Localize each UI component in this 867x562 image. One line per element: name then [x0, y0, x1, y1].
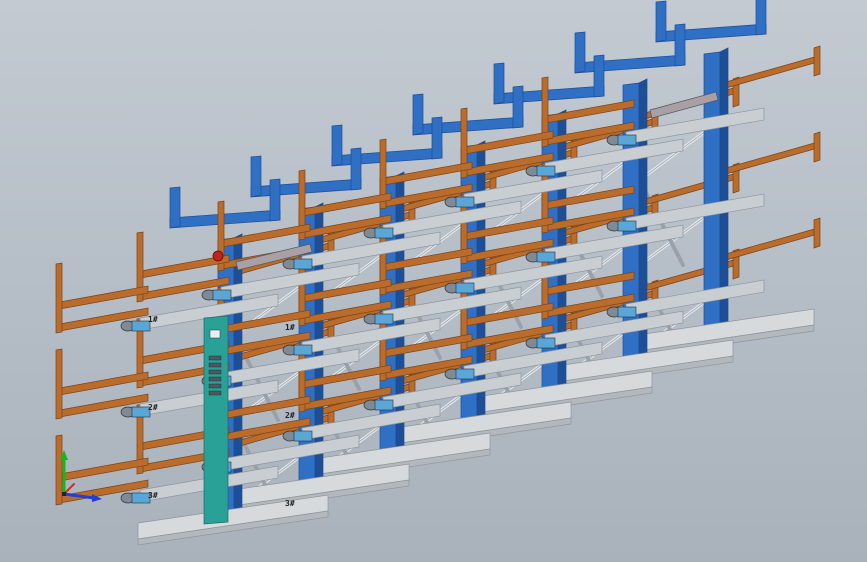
cantilever-rack-model: 1# 1# 2# 2# 3# 3# [55, 0, 821, 546]
top-frame-bar [169, 209, 281, 229]
top-frame-bar [331, 147, 443, 167]
top-frame-post-right [674, 23, 686, 67]
arm-stop-post [55, 434, 63, 506]
panel-button [208, 355, 222, 361]
control-panel [203, 315, 229, 525]
top-frame-post-right [593, 54, 605, 98]
level-label: 1# [148, 315, 158, 324]
back-arm [725, 141, 819, 175]
panel-display [209, 329, 221, 339]
red-marker [212, 250, 224, 262]
back-arm [725, 55, 819, 89]
level-label-second: 3# [285, 499, 295, 508]
top-frame-post-left [655, 0, 667, 43]
top-frame-post-left [493, 62, 505, 105]
top-frame-post-left [169, 186, 181, 229]
wood-arm [383, 161, 473, 186]
panel-button [208, 369, 222, 375]
wood-arm [59, 371, 149, 396]
top-frame-bar [574, 54, 686, 74]
roller-body [617, 134, 637, 146]
roller-body [536, 251, 556, 263]
level-label-second: 2# [285, 411, 295, 420]
top-frame-bar [250, 178, 362, 198]
top-frame-post-right [755, 0, 767, 36]
roller-body [536, 337, 556, 349]
roller-body [617, 306, 637, 318]
roller-body [374, 227, 394, 239]
cad-viewport[interactable]: 1# 1# 2# 2# 3# 3# [0, 0, 867, 562]
top-frame-post-right [350, 147, 362, 191]
wood-arm [302, 192, 392, 217]
roller-body [293, 430, 313, 442]
wood-arm [545, 99, 635, 124]
wood-arm [59, 457, 149, 482]
top-frame-bar [412, 116, 524, 136]
panel-button [208, 390, 222, 396]
roller-body [293, 258, 313, 270]
roller-body [293, 344, 313, 356]
roller-body [455, 368, 475, 380]
top-frame-bar [493, 85, 605, 105]
panel-button [208, 362, 222, 368]
wood-arm [221, 223, 311, 248]
back-arm [725, 227, 819, 261]
top-frame-post-left [412, 93, 424, 136]
top-frame-post-right [431, 116, 443, 160]
roller-body [455, 196, 475, 208]
arm-stop-post [55, 262, 63, 334]
level-label-second: 1# [285, 323, 295, 332]
wood-arm [59, 285, 149, 310]
column-side [719, 47, 729, 328]
back-arm-stop [813, 217, 821, 249]
roller-body [374, 399, 394, 411]
roller-body [455, 282, 475, 294]
top-frame-post-right [512, 85, 524, 129]
roller-body [212, 289, 232, 301]
back-arm-stop [813, 131, 821, 163]
top-frame-post-left [574, 31, 586, 74]
level-label: 2# [148, 403, 158, 412]
axis-origin [62, 492, 66, 496]
panel-button [208, 376, 222, 382]
top-frame-post-right [269, 178, 281, 222]
back-arm-stop [813, 45, 821, 77]
roller-body [617, 220, 637, 232]
top-frame-bar [655, 23, 767, 43]
top-frame-post-left [250, 155, 262, 198]
roller-body [536, 165, 556, 177]
level-label: 3# [148, 491, 158, 500]
roller-body [374, 313, 394, 325]
panel-button [208, 383, 222, 389]
top-frame-post-left [331, 124, 343, 167]
arm-stop-post [55, 348, 63, 420]
wood-arm [464, 130, 554, 155]
